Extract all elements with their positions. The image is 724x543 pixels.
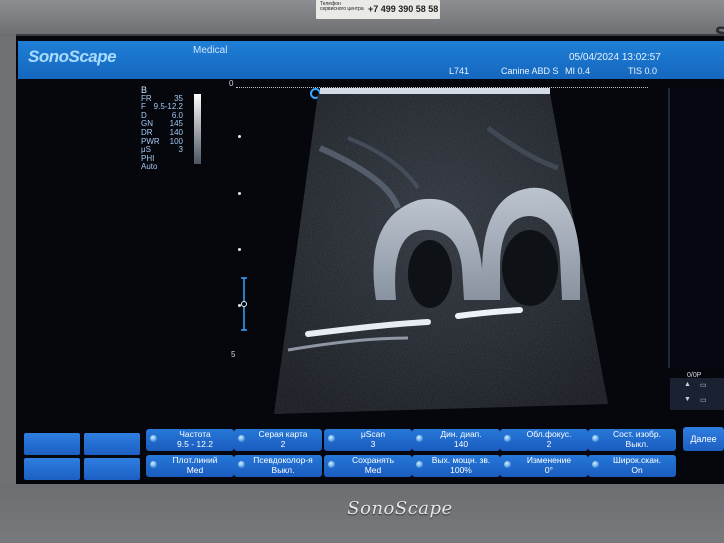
softkey-title: Изменение xyxy=(526,456,572,465)
softkey-colorize[interactable]: Псевдоколор-я Выкл. xyxy=(234,455,322,477)
triangle-up-icon[interactable]: ▲ xyxy=(684,381,691,388)
softkey-title: Псевдоколор-я xyxy=(253,456,313,465)
softkey-steer[interactable]: Изменение 0° xyxy=(500,455,588,477)
imaging-parameters: B FR 35 F 9.5-12.2 D 6.0 GN 145 DR 140 PWR 100… xyxy=(141,86,183,172)
softkey-persist[interactable]: Сохранять Med xyxy=(324,455,412,477)
softkey-gray-map[interactable]: Серая карта 2 xyxy=(234,429,322,451)
softkey-title: Сост. изобр. xyxy=(612,430,662,439)
sticker-text: Телефон сервисного центра xyxy=(320,1,364,12)
softkey-title: Частота xyxy=(179,430,211,439)
right-info-panel xyxy=(668,88,724,368)
probe-name: L741 xyxy=(449,66,470,76)
depth-tick xyxy=(238,135,241,138)
knob-icon xyxy=(328,461,335,468)
cine-box-icon[interactable]: ▭ xyxy=(700,396,707,404)
softkey-value: Выкл. xyxy=(625,439,649,449)
knob-icon xyxy=(150,461,157,468)
softkey-title: Серая карта xyxy=(258,430,308,439)
ultrasound-image xyxy=(274,88,608,414)
knob-icon xyxy=(150,435,157,442)
depth-label-zero: 0 xyxy=(229,79,234,88)
datetime: 05/04/2024 13:02:57 xyxy=(569,52,661,63)
thermal-index: TIS 0.0 xyxy=(628,66,658,76)
depth-label-five: 5 xyxy=(231,350,236,359)
softkey-value: 0° xyxy=(544,465,554,475)
softkey-frequency[interactable]: Частота 9.5 - 12.2 xyxy=(146,429,234,451)
knob-icon xyxy=(504,461,511,468)
depth-tick xyxy=(238,192,241,195)
softkey-compound-imaging[interactable]: Сост. изобр. Выкл. xyxy=(588,429,676,451)
softkey-title: Дин. диап. xyxy=(440,430,482,439)
cine-box-icon[interactable]: ▭ xyxy=(700,381,707,389)
blank-softkey[interactable] xyxy=(24,433,80,455)
knob-icon xyxy=(416,461,423,468)
softkey-value: 3 xyxy=(370,439,376,449)
softkey-title: Обл.фокус. xyxy=(526,430,572,439)
focus-marker-icon[interactable] xyxy=(240,277,248,331)
knob-icon xyxy=(592,435,599,442)
gray-scale-bar xyxy=(194,94,201,164)
softkey-uscan[interactable]: μScan 3 xyxy=(324,429,412,451)
app-logo: SonoScape xyxy=(28,47,117,66)
softkey-value: Med xyxy=(364,465,382,475)
softkey-title: Вых. мощн. зв. xyxy=(431,456,491,465)
softkey-value: On xyxy=(631,465,643,475)
softkey-value: 2 xyxy=(546,439,552,449)
knob-icon xyxy=(328,435,335,442)
softkey-title: Широк.скан. xyxy=(612,456,661,465)
softkey-value: 100% xyxy=(450,465,472,475)
param-key: Auto xyxy=(141,162,158,172)
service-sticker: Телефон сервисного центра +7 499 390 58 … xyxy=(316,0,440,19)
mechanical-index: MI 0.4 xyxy=(565,66,591,76)
sticker-phone: +7 499 390 58 58 xyxy=(368,4,439,14)
softkey-value: Med xyxy=(186,465,204,475)
softkey-focus-zones[interactable]: Обл.фокус. 2 xyxy=(500,429,588,451)
depth-tick xyxy=(238,248,241,251)
softkey-wide-scan[interactable]: Широк.скан. On xyxy=(588,455,676,477)
softkey-bar: Частота 9.5 - 12.2 Серая карта 2 μScan 3… xyxy=(20,427,724,481)
softkey-dynamic-range[interactable]: Дин. диап. 140 xyxy=(412,429,500,451)
softkey-acoustic-power[interactable]: Вых. мощн. зв. 100% xyxy=(412,455,500,477)
knob-icon xyxy=(592,461,599,468)
next-page-button[interactable]: Далее xyxy=(683,427,724,451)
blank-softkey[interactable] xyxy=(84,458,140,480)
softkey-line-density[interactable]: Плот.линий Med xyxy=(146,455,234,477)
softkey-title: μScan xyxy=(360,430,386,439)
softkey-value: Выкл. xyxy=(271,465,295,475)
cine-controls[interactable]: ▲ ▭ ▼ ▭ xyxy=(670,378,724,410)
knob-icon xyxy=(238,461,245,468)
blank-softkey[interactable] xyxy=(84,433,140,455)
softkey-title: Плот.линий xyxy=(172,456,218,465)
knob-icon xyxy=(238,435,245,442)
softkey-title: Сохранять xyxy=(351,456,395,465)
blank-softkey[interactable] xyxy=(24,458,80,480)
bezel-logo: SonoScape xyxy=(347,498,453,519)
softkey-value: 9.5 - 12.2 xyxy=(177,439,213,449)
param-value: 3 xyxy=(178,145,183,155)
softkey-value: 2 xyxy=(280,439,286,449)
softkey-value: 140 xyxy=(453,439,469,449)
param-row: Auto xyxy=(141,163,183,172)
exam-preset: Canine ABD S xyxy=(501,66,559,76)
knob-icon xyxy=(504,435,511,442)
mode-label: Medical xyxy=(193,45,228,56)
knob-icon xyxy=(416,435,423,442)
triangle-down-icon[interactable]: ▼ xyxy=(684,396,691,403)
